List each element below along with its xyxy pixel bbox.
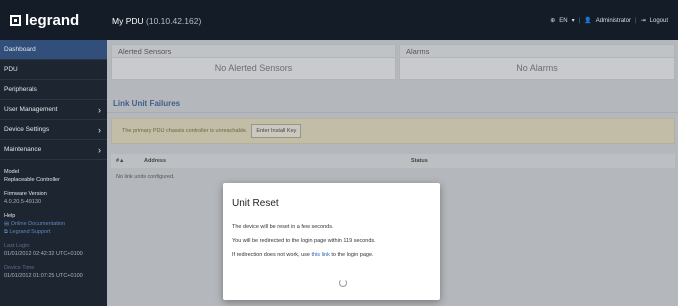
alarms-title: Alarms xyxy=(400,45,674,58)
chevron-down-icon: ▾ xyxy=(571,18,575,24)
firmware-value: 4.0.20.5-49130 xyxy=(4,199,42,205)
user-icon: 👤 xyxy=(584,18,592,24)
sidebar-item-label: Dashboard xyxy=(4,46,36,53)
alarms-body: No Alarms xyxy=(516,63,558,73)
sidebar-item-maintenance[interactable]: Maintenance › xyxy=(0,140,107,160)
model-label: Model xyxy=(4,169,19,175)
online-documentation-link[interactable]: ▤ Online Documentation xyxy=(4,220,103,228)
link-unit-failures-title: Link Unit Failures xyxy=(107,95,678,113)
legrand-logo[interactable]: legrand xyxy=(10,12,79,29)
unit-reset-dialog: Unit Reset The device will be reset in a… xyxy=(223,183,440,300)
sidebar: Dashboard PDU Peripherals User Managemen… xyxy=(0,40,107,306)
logout-icon: ⇥ xyxy=(640,18,646,24)
sidebar-item-device-settings[interactable]: Device Settings › xyxy=(0,120,107,140)
dialog-line-reset: The device will be reset in a few second… xyxy=(232,224,334,230)
firmware-info: Firmware Version 4.0.20.5-49130 xyxy=(4,190,103,206)
fallback-text-pre: If redirection does not work, use xyxy=(232,252,312,258)
header-actions: ⊕ EN ▾ | 👤 Administrator | ⇥ Logout xyxy=(550,17,668,25)
device-time-label: Device Time xyxy=(4,265,35,271)
firmware-label: Firmware Version xyxy=(4,191,47,197)
model-info: Model Replaceable Controller xyxy=(4,168,103,184)
last-login-label: Last Login xyxy=(4,243,30,249)
sidebar-item-user-management[interactable]: User Management › xyxy=(0,100,107,120)
last-login-value: 01/01/2012 02:42:32 UTC+0100 xyxy=(4,251,83,257)
dialog-body: The device will be reset in a few second… xyxy=(232,224,437,266)
dialog-line-fallback: If redirection does not work, use this l… xyxy=(232,252,437,258)
chevron-right-icon: › xyxy=(98,105,101,115)
alerted-sensors-body: No Alerted Sensors xyxy=(214,63,293,73)
alarms-panel: Alarms No Alarms xyxy=(399,44,675,80)
sidebar-item-peripherals[interactable]: Peripherals xyxy=(0,80,107,100)
pdu-title: My PDU (10.10.42.162) xyxy=(112,16,201,26)
globe-icon: ⊕ xyxy=(550,18,556,24)
chevron-right-icon: › xyxy=(98,125,101,135)
user-menu[interactable]: Administrator xyxy=(596,18,631,24)
table-header: #▲ Address Status xyxy=(111,154,675,168)
alerted-sensors-panel: Alerted Sensors No Alerted Sensors xyxy=(111,44,396,80)
sidebar-item-label: PDU xyxy=(4,66,18,73)
column-header-index[interactable]: #▲ xyxy=(116,154,125,168)
table-empty-row: No link units configured. xyxy=(116,174,175,180)
help-info: Help ▤ Online Documentation ⧉ Legrand Su… xyxy=(4,212,103,236)
legrand-support-label: Legrand Support xyxy=(9,229,51,235)
enter-install-key-button[interactable]: Enter Install Key xyxy=(251,124,302,138)
sidebar-item-label: Peripherals xyxy=(4,86,37,93)
login-page-link[interactable]: this link xyxy=(311,252,329,258)
column-header-address[interactable]: Address xyxy=(144,154,166,168)
spinner-icon xyxy=(339,279,347,287)
help-label: Help xyxy=(4,213,16,219)
divider: | xyxy=(578,17,581,24)
document-icon: ▤ xyxy=(4,221,10,227)
top-bar: legrand My PDU (10.10.42.162) ⊕ EN ▾ | 👤… xyxy=(0,0,678,40)
sidebar-item-label: Maintenance xyxy=(4,146,42,153)
dialog-line-redirect: You will be redirected to the login page… xyxy=(232,238,376,244)
legrand-logo-icon xyxy=(10,15,21,26)
external-link-icon: ⧉ xyxy=(4,229,8,235)
chevron-right-icon: › xyxy=(98,145,101,155)
device-time-info: Device Time 01/01/2012 01:07:25 UTC+0100 xyxy=(4,264,103,280)
language-selector[interactable]: EN xyxy=(559,18,567,24)
sidebar-item-pdu[interactable]: PDU xyxy=(0,60,107,80)
sidebar-item-dashboard[interactable]: Dashboard xyxy=(0,40,107,60)
device-time-value: 01/01/2012 01:07:25 UTC+0100 xyxy=(4,273,83,279)
column-header-status[interactable]: Status xyxy=(411,154,428,168)
pdu-name: My PDU xyxy=(112,16,144,26)
warning-banner: The primary PDU chassis controller is un… xyxy=(111,118,675,144)
legrand-support-link[interactable]: ⧉ Legrand Support xyxy=(4,228,103,236)
divider: | xyxy=(635,17,637,24)
brand-name: legrand xyxy=(25,12,80,29)
sidebar-item-label: Device Settings xyxy=(4,126,50,133)
logout-link[interactable]: Logout xyxy=(650,18,668,24)
device-info: Model Replaceable Controller Firmware Ve… xyxy=(0,160,107,280)
online-documentation-label: Online Documentation xyxy=(10,221,66,227)
dialog-title: Unit Reset xyxy=(232,198,279,209)
last-login-info: Last Login 01/01/2012 02:42:32 UTC+0100 xyxy=(4,242,103,258)
warning-text: The primary PDU chassis controller is un… xyxy=(122,128,248,134)
sidebar-item-label: User Management xyxy=(4,106,58,113)
alerted-sensors-title: Alerted Sensors xyxy=(112,45,395,58)
model-value: Replaceable Controller xyxy=(4,177,60,183)
pdu-ip: (10.10.42.162) xyxy=(146,16,202,26)
fallback-text-post: to the login page. xyxy=(329,252,374,258)
